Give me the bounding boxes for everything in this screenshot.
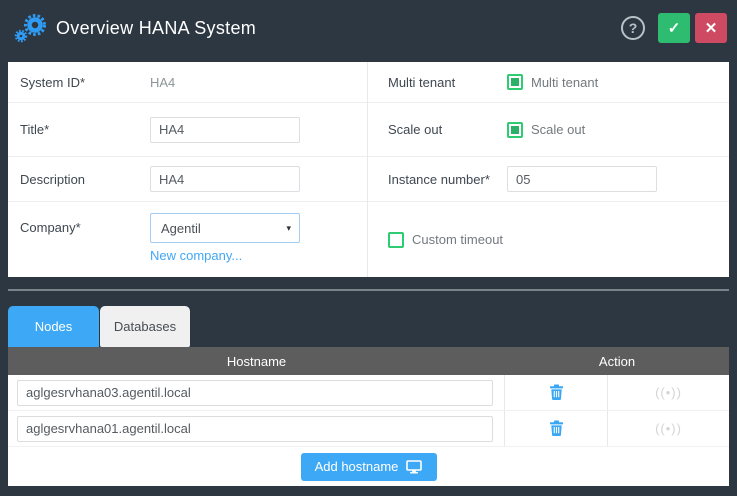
add-hostname-button[interactable]: Add hostname: [301, 453, 437, 481]
hostname-input[interactable]: [17, 416, 493, 442]
confirm-button[interactable]: ✓: [658, 13, 690, 43]
description-label: Description: [20, 172, 150, 187]
custom-timeout-row: Custom timeout: [368, 202, 729, 277]
section-divider: [8, 289, 729, 291]
hostname-cell: [8, 375, 505, 410]
title-input[interactable]: [150, 117, 300, 143]
signal-cell: ((•)): [608, 375, 729, 410]
table-header-row: Hostname Action: [8, 347, 729, 375]
table-row: ((•)): [8, 375, 729, 411]
description-row: Description: [8, 157, 367, 202]
form-right-column: Multi tenant Multi tenant Scale out Scal…: [368, 62, 729, 277]
close-icon: ✕: [705, 19, 718, 37]
gears-icon: [12, 11, 48, 45]
company-label: Company*: [20, 213, 150, 235]
check-icon: ✓: [668, 19, 681, 37]
tab-nodes[interactable]: Nodes: [8, 306, 99, 347]
company-selected-value: Agentil: [161, 221, 201, 236]
title-label: Title*: [20, 122, 150, 137]
system-id-label: System ID*: [20, 75, 150, 90]
instance-number-row: Instance number*: [368, 157, 729, 202]
system-id-value: HA4: [150, 75, 175, 90]
hostname-cell: [8, 411, 505, 446]
system-id-row: System ID* HA4: [8, 62, 367, 103]
monitor-icon: [406, 460, 422, 474]
title-row: Title*: [8, 103, 367, 157]
system-form-panel: System ID* HA4 Title* Description Compan…: [8, 62, 729, 277]
overview-hana-system-dialog: Overview HANA System ? ✓ ✕ System ID* HA…: [0, 0, 737, 496]
description-input[interactable]: [150, 166, 300, 192]
broadcast-icon[interactable]: ((•)): [655, 385, 682, 400]
add-hostname-label: Add hostname: [315, 459, 399, 474]
action-column-header: Action: [505, 347, 729, 375]
tab-bar: Nodes Databases: [8, 306, 190, 347]
table-footer: Add hostname: [8, 447, 729, 486]
hostname-column-header: Hostname: [8, 347, 505, 375]
multi-tenant-checkbox-label: Multi tenant: [531, 75, 598, 90]
company-row: Company* Agentil ▾ New company...: [8, 202, 367, 277]
tab-databases[interactable]: Databases: [100, 306, 190, 347]
new-company-link[interactable]: New company...: [150, 248, 300, 263]
help-icon[interactable]: ?: [621, 16, 645, 40]
broadcast-icon[interactable]: ((•)): [655, 421, 682, 436]
custom-timeout-checkbox-label: Custom timeout: [412, 232, 503, 247]
delete-cell: [505, 375, 608, 410]
dialog-title: Overview HANA System: [56, 18, 621, 39]
close-button[interactable]: ✕: [695, 13, 727, 43]
multi-tenant-checkbox[interactable]: [507, 74, 523, 90]
instance-number-label: Instance number*: [388, 172, 507, 187]
signal-cell: ((•)): [608, 411, 729, 446]
scale-out-label: Scale out: [388, 122, 507, 137]
custom-timeout-checkbox[interactable]: [388, 232, 404, 248]
multi-tenant-row: Multi tenant Multi tenant: [368, 62, 729, 103]
form-left-column: System ID* HA4 Title* Description Compan…: [8, 62, 368, 277]
trash-icon[interactable]: [545, 382, 567, 404]
table-row: ((•)): [8, 411, 729, 447]
multi-tenant-label: Multi tenant: [388, 75, 507, 90]
trash-icon[interactable]: [545, 418, 567, 440]
company-select[interactable]: Agentil ▾: [150, 213, 300, 243]
delete-cell: [505, 411, 608, 446]
instance-number-input[interactable]: [507, 166, 657, 192]
scale-out-checkbox[interactable]: [507, 122, 523, 138]
scale-out-checkbox-label: Scale out: [531, 122, 585, 137]
chevron-down-icon: ▾: [286, 223, 291, 234]
scale-out-row: Scale out Scale out: [368, 103, 729, 157]
hostname-input[interactable]: [17, 380, 493, 406]
nodes-table: Hostname Action: [8, 347, 729, 486]
dialog-header: Overview HANA System ? ✓ ✕: [0, 0, 737, 56]
